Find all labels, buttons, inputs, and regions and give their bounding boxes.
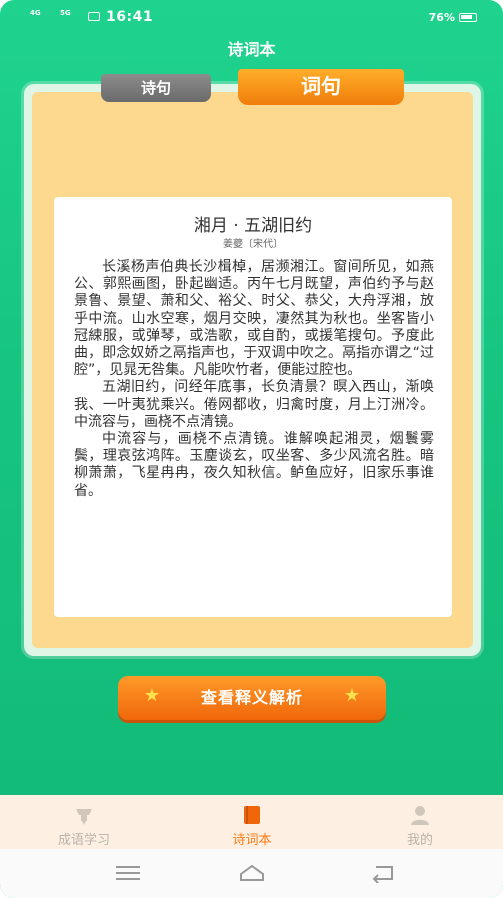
- poem-body: 长溪杨声伯典长沙楫棹，居濒湘江。窗间所见，如燕公、郭熙画图，卧起幽适。丙午七月既…: [74, 259, 434, 500]
- nav-label: 成语学习: [57, 833, 110, 848]
- system-nav-bar: [0, 849, 503, 898]
- bottom-nav: 成语学习 诗词本 我的: [0, 795, 503, 849]
- back-icon[interactable]: [370, 863, 398, 883]
- nav-item-idiom[interactable]: 成语学习: [14, 795, 154, 849]
- poem-paper: 湘月 · 五湖旧约 姜夔〔宋代〕 长溪杨声伯典长沙楫棹，居濒湘江。窗间所见，如燕…: [54, 197, 452, 617]
- status-time: 16:41: [106, 9, 154, 25]
- menu-icon[interactable]: [114, 863, 142, 883]
- nav-label: 诗词本: [232, 833, 272, 848]
- battery-icon: [459, 13, 477, 22]
- poem-paragraph: 五湖旧约，问经年底事，长负清景？暝入西山，渐唤我、一叶夷犹乘兴。倦网都收，归禽时…: [74, 379, 434, 430]
- nav-label: 我的: [406, 833, 433, 848]
- poem-author: 姜夔〔宋代〕: [223, 239, 283, 250]
- nav-item-poetry[interactable]: 诗词本: [182, 795, 322, 849]
- status-bar: 4G 5G 16:41 76%: [0, 0, 503, 36]
- book-icon: [244, 806, 260, 824]
- pen-icon: [76, 809, 92, 825]
- tab-ciju[interactable]: 词句: [238, 69, 404, 105]
- page-title: 诗词本: [227, 40, 276, 59]
- poem-title: 湘月 · 五湖旧约: [193, 216, 313, 236]
- poem-paragraph: 中流容与，画桡不点清镜。谁解唤起湘灵，烟鬟雾鬓，理哀弦鸿阵。玉麈谈玄，叹坐客、多…: [74, 431, 434, 499]
- home-icon[interactable]: [238, 863, 266, 883]
- signal-indicator: 4G: [30, 9, 41, 17]
- video-icon: [88, 12, 100, 21]
- signal-indicator-2: 5G: [60, 9, 71, 17]
- battery-percent: 76%: [428, 11, 455, 24]
- star-icon: ★: [343, 685, 361, 706]
- view-explanation-button[interactable]: ★ 查看释义解析 ★: [118, 676, 386, 720]
- tab-shiju[interactable]: 诗句: [101, 74, 211, 102]
- app-screen: 4G 5G 16:41 76% 诗词本 诗句 词句 湘月 · 五湖旧约 姜夔〔宋…: [0, 0, 503, 898]
- nav-item-mine[interactable]: 我的: [350, 795, 490, 849]
- poem-paragraph: 长溪杨声伯典长沙楫棹，居濒湘江。窗间所见，如燕公、郭熙画图，卧起幽适。丙午七月既…: [74, 259, 434, 379]
- user-icon: [411, 806, 429, 825]
